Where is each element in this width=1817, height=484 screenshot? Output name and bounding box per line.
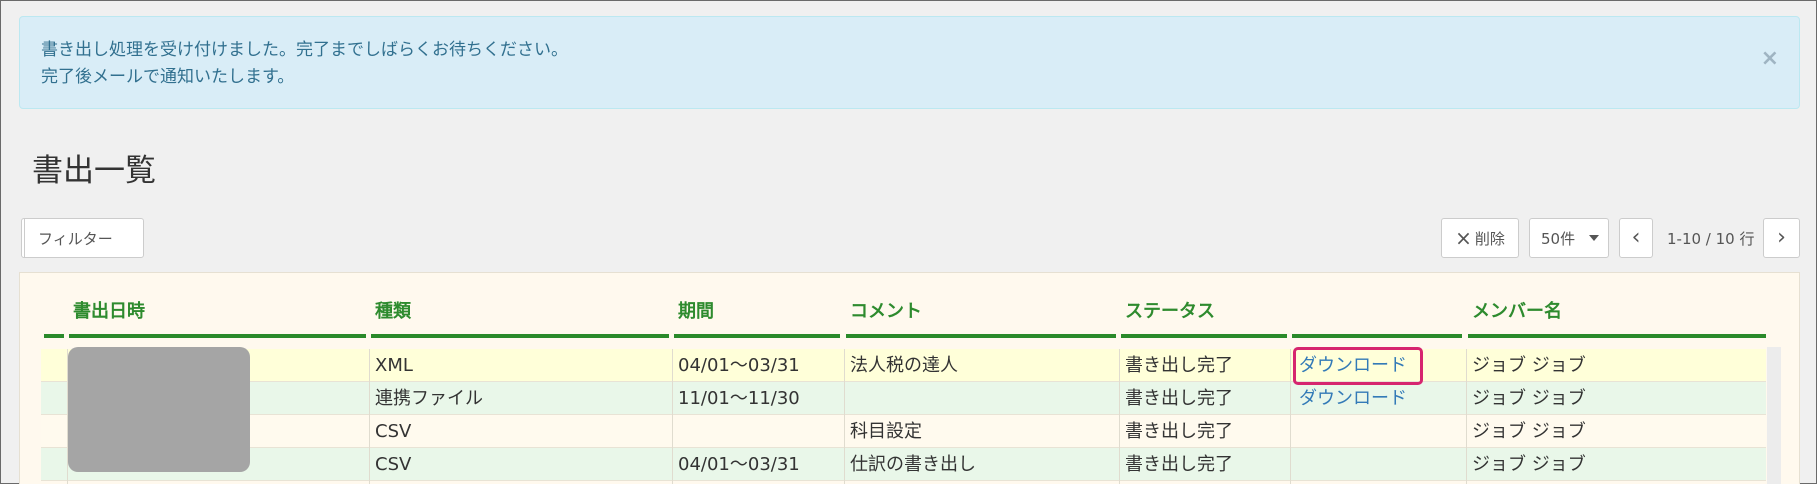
header-underline (1468, 334, 1766, 338)
header-member[interactable]: メンバー名 (1472, 297, 1562, 323)
download-link[interactable]: ダウンロード (1299, 382, 1407, 415)
cell-type: XML (375, 355, 413, 376)
close-icon: × (1455, 226, 1472, 250)
filter-label: フィルター (38, 229, 113, 248)
cell-period: 04/01～03/31 (678, 454, 800, 475)
header-underline (69, 334, 366, 338)
chevron-left-icon: ‹ (1631, 225, 1641, 250)
redacted-datetime-block (68, 347, 250, 472)
per-page-value: 50件 (1541, 229, 1576, 248)
header-type[interactable]: 種類 (375, 297, 411, 323)
filter-divider (22, 219, 25, 257)
cell-type: CSV (375, 421, 412, 442)
next-page-button[interactable]: › (1763, 218, 1800, 258)
header-period[interactable]: 期間 (678, 297, 714, 323)
cell-type: 連携ファイル (375, 388, 483, 409)
cell-period: 11/01～11/30 (678, 388, 800, 409)
alert-message-line1: 書き出し処理を受け付けました。完了までしばらくお待ちください。 (41, 40, 568, 60)
cell-comment: 科目設定 (850, 421, 922, 442)
cell-comment: 法人税の達人 (850, 355, 958, 376)
cell-member: ジョブ ジョブ (1472, 388, 1586, 409)
header-underline (846, 334, 1116, 338)
header-status[interactable]: ステータス (1125, 297, 1215, 323)
cell-status: 書き出し完了 (1125, 454, 1233, 475)
download-highlight-box (1293, 347, 1423, 385)
header-underline (1121, 334, 1287, 338)
cell-member: ジョブ ジョブ (1472, 355, 1586, 376)
prev-page-button[interactable]: ‹ (1619, 218, 1653, 258)
cell-type: CSV (375, 454, 412, 475)
filter-button[interactable]: フィルター (21, 218, 144, 258)
cell-status: 書き出し完了 (1125, 421, 1233, 442)
page-title: 書出一覧 (32, 153, 156, 189)
header-underline (674, 334, 840, 338)
chevron-right-icon: › (1777, 225, 1786, 250)
column-divider (1119, 349, 1120, 484)
column-divider (369, 349, 370, 484)
per-page-select[interactable]: 50件 (1529, 218, 1609, 258)
column-divider (844, 349, 845, 484)
cell-period: 04/01～03/31 (678, 355, 800, 376)
cell-member: ジョブ ジョブ (1472, 421, 1586, 442)
info-alert: 書き出し処理を受け付けました。完了までしばらくお待ちください。 完了後メールで通… (19, 16, 1800, 109)
header-underline (371, 334, 669, 338)
cell-status: 書き出し完了 (1125, 388, 1233, 409)
delete-button[interactable]: × 削除 (1441, 218, 1519, 258)
delete-label: 削除 (1474, 229, 1505, 248)
cell-member: ジョブ ジョブ (1472, 454, 1586, 475)
close-icon[interactable]: × (1761, 48, 1779, 70)
header-comment[interactable]: コメント (850, 297, 922, 323)
header-export-datetime[interactable]: 書出日時 (73, 297, 145, 323)
alert-message-line2: 完了後メールで通知いたします。 (41, 67, 295, 87)
column-divider (1290, 349, 1291, 484)
cell-comment: 仕訳の書き出し (850, 454, 976, 475)
column-divider (1466, 349, 1467, 484)
cell-status: 書き出し完了 (1125, 355, 1233, 376)
header-underline (1292, 334, 1462, 338)
pagination-info: 1-10 / 10 行 (1667, 230, 1755, 248)
header-underline (44, 334, 64, 338)
column-divider (672, 349, 673, 484)
table-scrollbar[interactable] (1767, 347, 1781, 484)
caret-down-icon (1589, 235, 1600, 241)
